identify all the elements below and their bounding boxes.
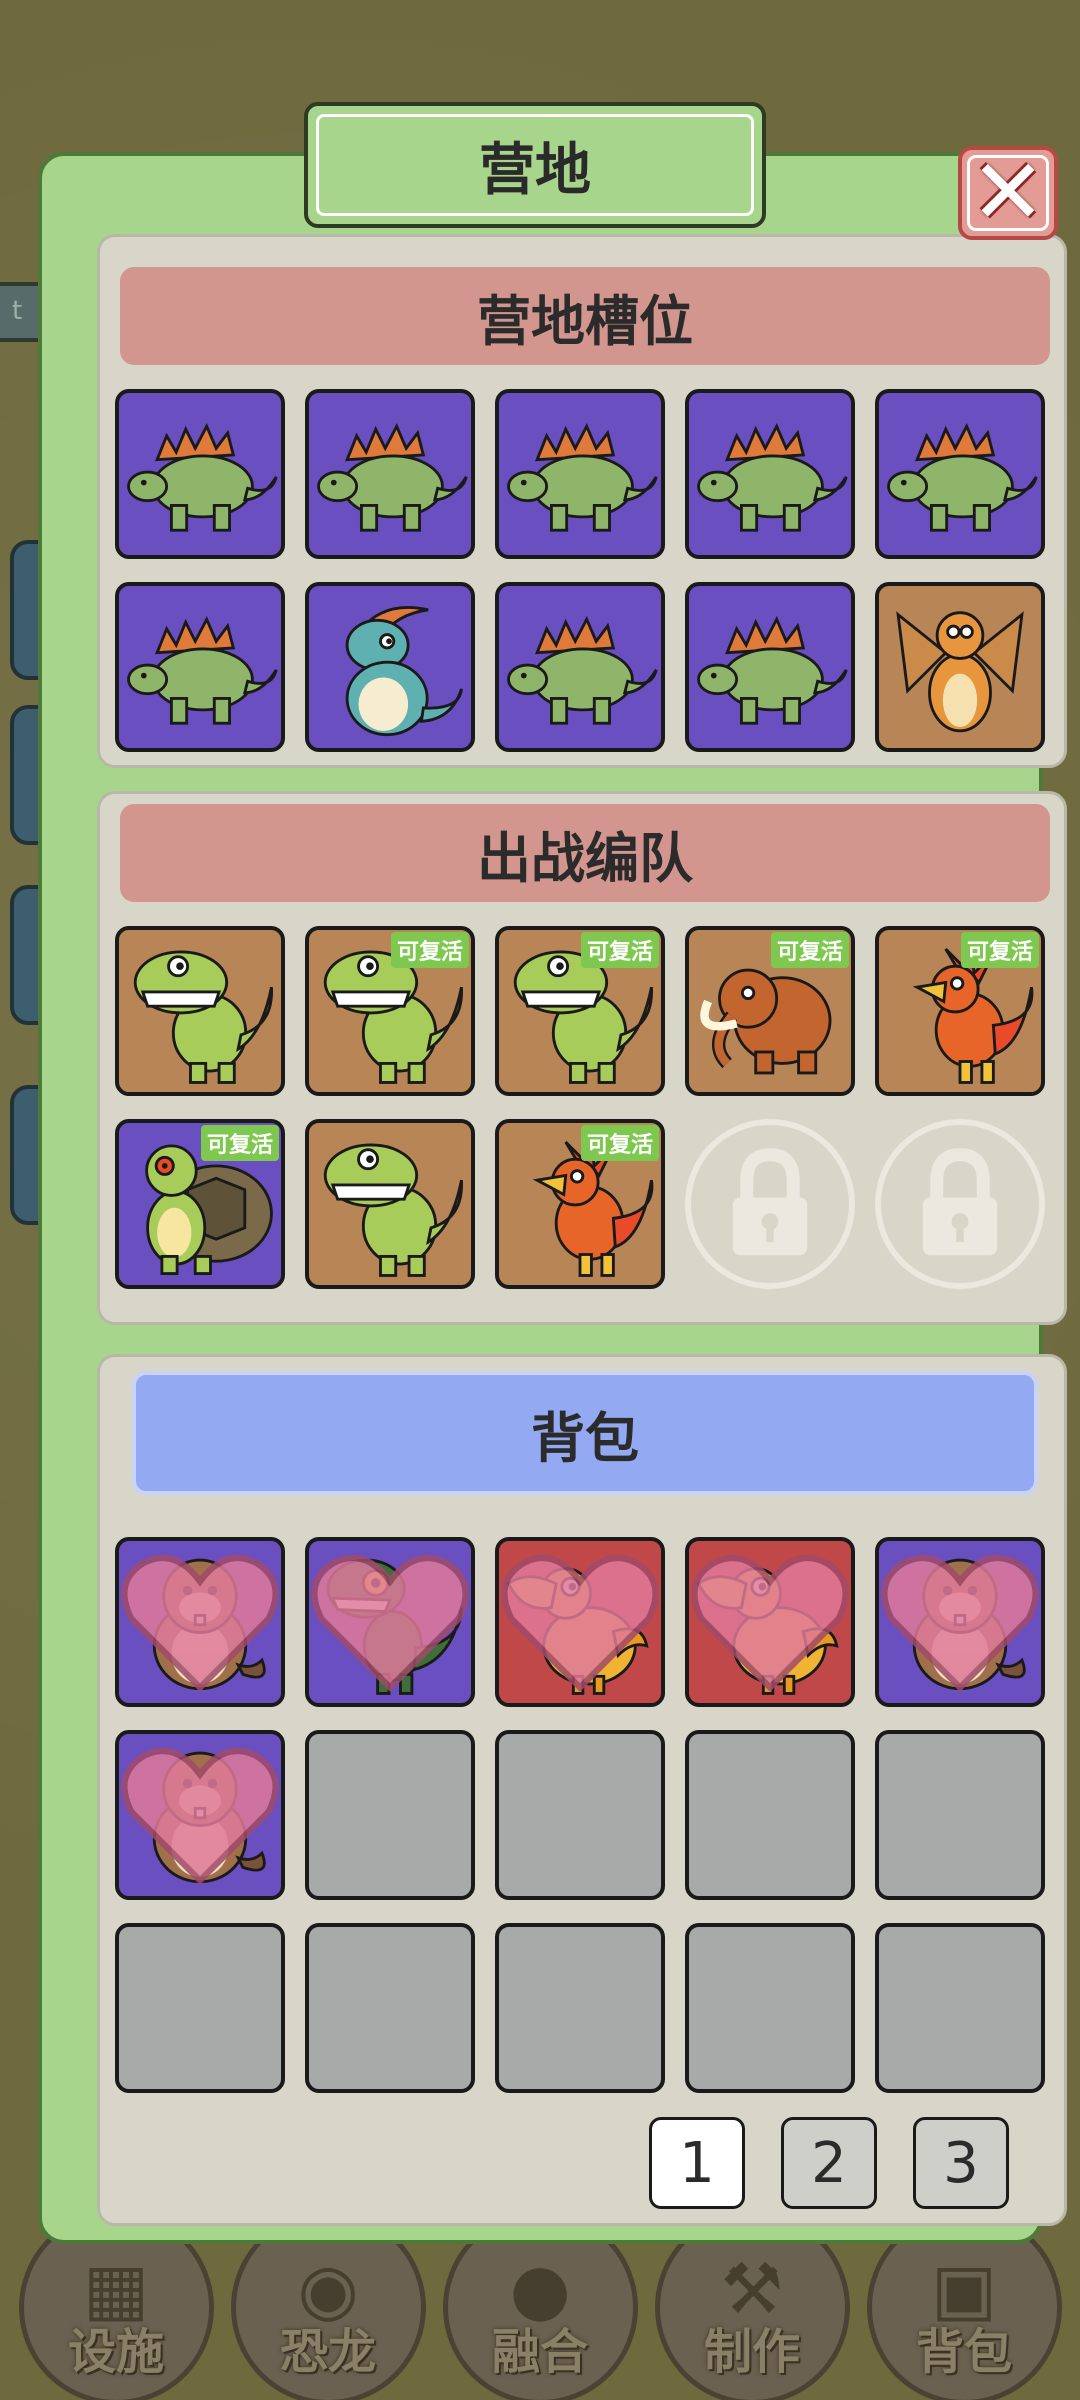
backpack-slot[interactable] (495, 1537, 665, 1707)
camp-slots-panel: 营地槽位 (97, 234, 1067, 768)
backpack-slot[interactable] (115, 1537, 285, 1707)
battle-team-panel: 出战编队 可复活 可复活 可复活 可复活 可复活 可复活 (97, 791, 1067, 1325)
empty-backpack-slot[interactable] (115, 1923, 285, 2093)
camp-slot[interactable] (685, 582, 855, 752)
backpack-title: 背包 (531, 1406, 639, 1470)
empty-backpack-slot[interactable] (495, 1923, 665, 2093)
revive-badge: 可复活 (580, 932, 659, 968)
favorite-heart-icon (311, 1554, 469, 1692)
revive-badge: 可复活 (390, 932, 469, 968)
empty-backpack-slot[interactable] (305, 1923, 475, 2093)
locked-team-slot[interactable] (685, 1119, 855, 1289)
camp-slot[interactable] (115, 582, 285, 752)
backpack-slot[interactable] (115, 1730, 285, 1900)
camp-slot[interactable] (495, 389, 665, 559)
backpack-header: 背包 (132, 1371, 1038, 1495)
camp-slot[interactable] (875, 389, 1045, 559)
page-button-1[interactable]: 1 (649, 2117, 745, 2209)
team-slot[interactable]: 可复活 (685, 926, 855, 1096)
modal-title: 营地 (479, 137, 591, 203)
revive-badge: 可复活 (770, 932, 849, 968)
team-slot[interactable]: 可复活 (495, 926, 665, 1096)
page-button-3[interactable]: 3 (913, 2117, 1009, 2209)
camp-slot[interactable] (495, 582, 665, 752)
backpack-slot[interactable] (685, 1537, 855, 1707)
nav-label: 制作 (703, 2324, 800, 2380)
team-slot[interactable] (115, 926, 285, 1096)
camp-modal: 营地槽位 出战编队 可复活 可复活 可复活 可复活 可复活 可复活 背包 1 2… (38, 152, 1067, 2244)
backpack-slot[interactable] (305, 1537, 475, 1707)
modal-title-tab: 营地 (304, 102, 766, 228)
favorite-heart-icon (121, 1747, 279, 1885)
page-button-2[interactable]: 2 (781, 2117, 877, 2209)
empty-backpack-slot[interactable] (685, 1730, 855, 1900)
camp-slot[interactable] (305, 389, 475, 559)
team-slot[interactable]: 可复活 (875, 926, 1045, 1096)
battle-team-header: 出战编队 (120, 804, 1050, 902)
empty-backpack-slot[interactable] (875, 1730, 1045, 1900)
camp-slots-title: 营地槽位 (477, 289, 693, 353)
team-slot[interactable] (305, 1119, 475, 1289)
nav-label: 背包 (915, 2324, 1012, 2380)
camp-slots-header: 营地槽位 (120, 267, 1050, 365)
empty-backpack-slot[interactable] (495, 1730, 665, 1900)
close-button[interactable]: ✕ (958, 146, 1058, 240)
team-slot[interactable]: 可复活 (495, 1119, 665, 1289)
favorite-heart-icon (501, 1554, 659, 1692)
camp-slot[interactable] (305, 582, 475, 752)
nav-label: 恐龙 (279, 2324, 376, 2380)
close-icon: ✕ (970, 140, 1046, 245)
empty-backpack-slot[interactable] (305, 1730, 475, 1900)
team-slot[interactable]: 可复活 (115, 1119, 285, 1289)
camp-slot[interactable] (875, 582, 1045, 752)
empty-backpack-slot[interactable] (685, 1923, 855, 2093)
favorite-heart-icon (121, 1554, 279, 1692)
backpack-slot[interactable] (875, 1537, 1045, 1707)
battle-team-title: 出战编队 (477, 826, 693, 890)
camp-slot[interactable] (115, 389, 285, 559)
camp-slot[interactable] (685, 389, 855, 559)
empty-backpack-slot[interactable] (875, 1923, 1045, 2093)
revive-badge: 可复活 (200, 1125, 279, 1161)
revive-badge: 可复活 (580, 1125, 659, 1161)
nav-label: 设施 (67, 2324, 164, 2380)
favorite-heart-icon (881, 1554, 1039, 1692)
favorite-heart-icon (691, 1554, 849, 1692)
locked-team-slot[interactable] (875, 1119, 1045, 1289)
team-slot[interactable]: 可复活 (305, 926, 475, 1096)
side-tab-label: t (12, 296, 23, 326)
backpack-panel: 背包 1 2 3 (97, 1354, 1067, 2226)
revive-badge: 可复活 (960, 932, 1039, 968)
nav-label: 融合 (491, 2324, 588, 2380)
